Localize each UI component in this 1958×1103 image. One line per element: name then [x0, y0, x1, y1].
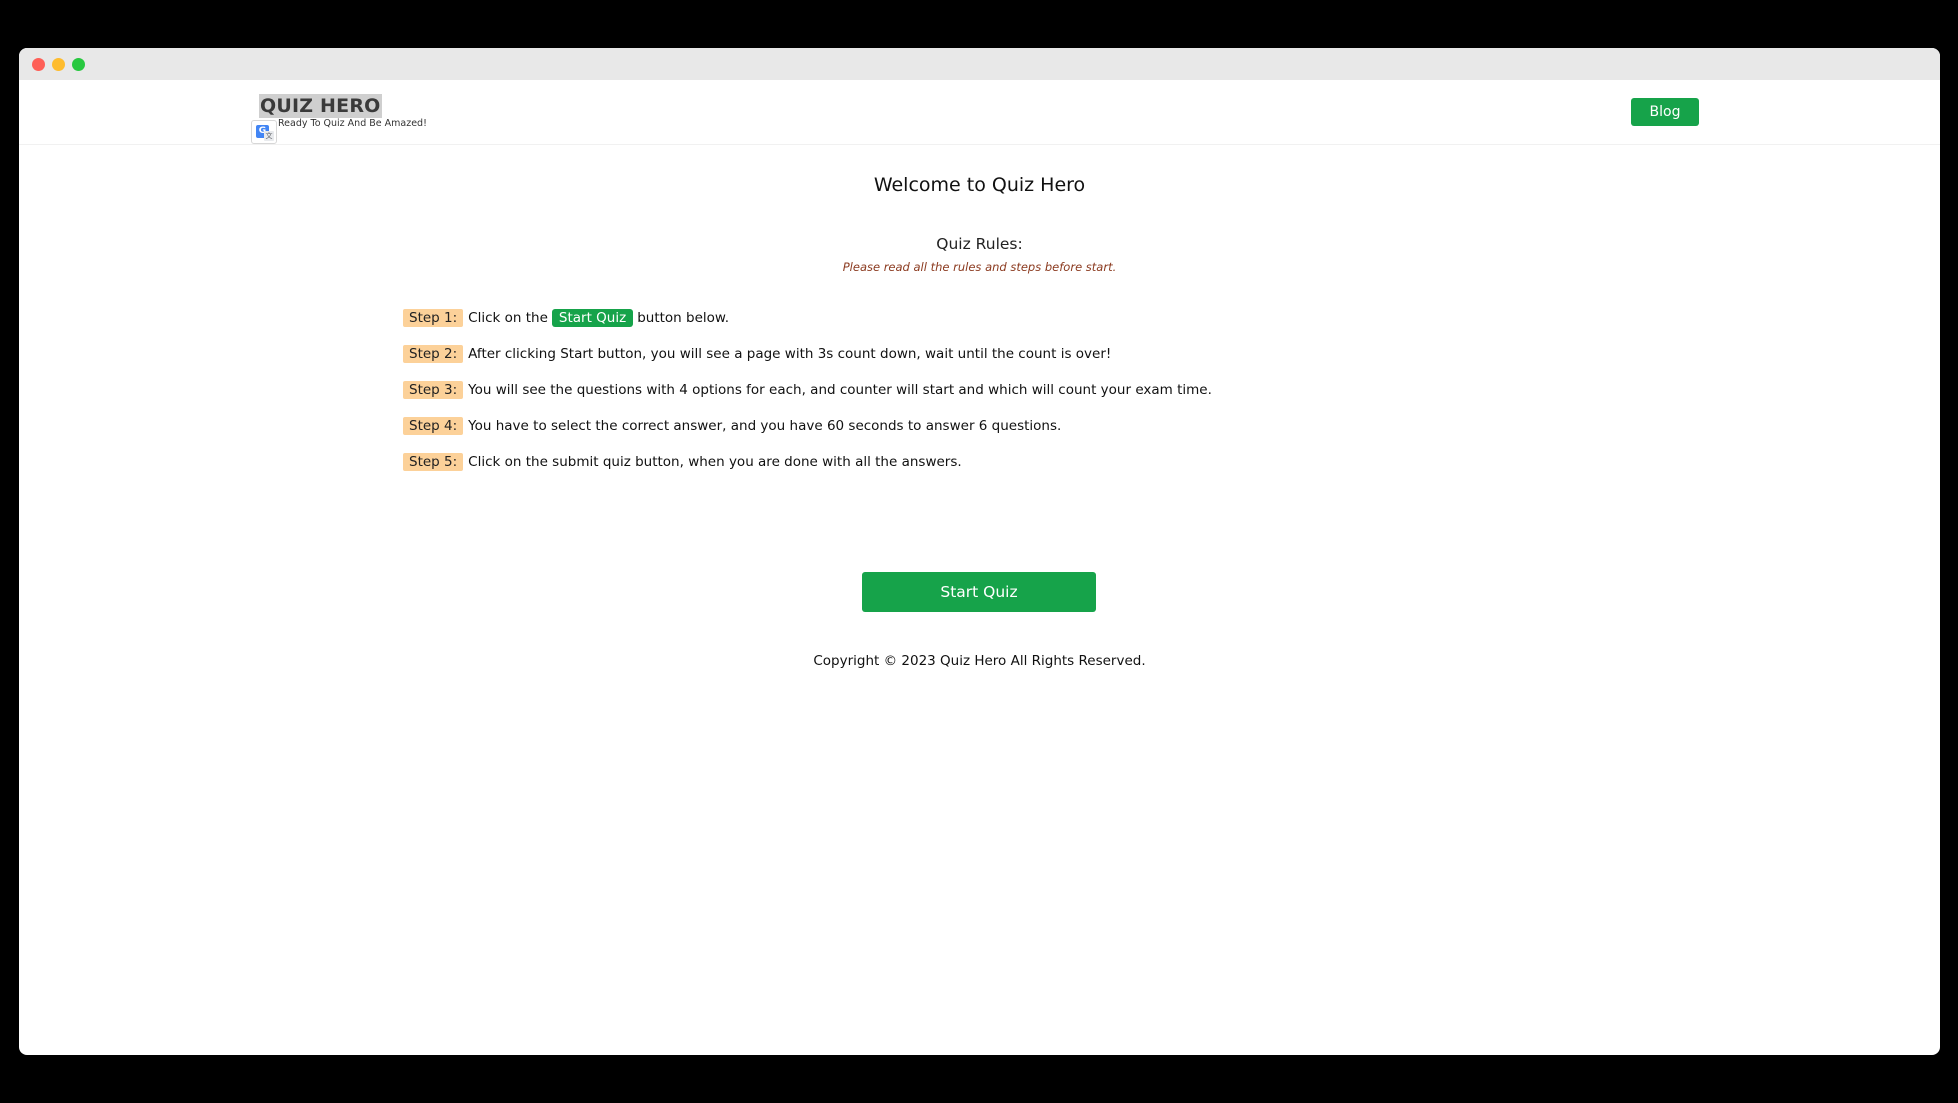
google-translate-icon[interactable]: G 文	[251, 120, 277, 144]
step-item: Step 2: After clicking Start button, you…	[403, 336, 1212, 372]
step-item: Step 5: Click on the submit quiz button,…	[403, 444, 1212, 480]
blog-button[interactable]: Blog	[1631, 98, 1699, 126]
step-text: You will see the questions with 4 option…	[468, 382, 1212, 398]
page-title: Welcome to Quiz Hero	[873, 174, 1086, 196]
copyright-text: Copyright © 2023 Quiz Hero All Rights Re…	[813, 653, 1146, 669]
maximize-window-button[interactable]	[72, 58, 85, 71]
step-text: After clicking Start button, you will se…	[468, 346, 1112, 362]
step-badge: Step 1:	[403, 309, 464, 327]
step-badge: Step 3:	[403, 381, 464, 399]
browser-window: QUIZ HERO G 文 Ready To Quiz And Be Amaze…	[19, 48, 1940, 1055]
steps-list: Step 1: Click on the Start Quiz button b…	[403, 300, 1212, 480]
window-titlebar	[19, 48, 1940, 80]
step-badge: Step 4:	[403, 417, 464, 435]
step-text: Click on the	[468, 310, 548, 326]
rules-title: Quiz Rules:	[936, 235, 1023, 253]
step-item: Step 1: Click on the Start Quiz button b…	[403, 300, 1212, 336]
step-badge: Step 5:	[403, 453, 464, 471]
brand-tagline: Ready To Quiz And Be Amazed!	[278, 118, 427, 129]
step-text: You have to select the correct answer, a…	[468, 418, 1062, 434]
translate-a-glyph: 文	[264, 131, 274, 141]
step-item: Step 3: You will see the questions with …	[403, 372, 1212, 408]
brand-title[interactable]: QUIZ HERO	[259, 94, 382, 118]
start-quiz-button[interactable]: Start Quiz	[862, 572, 1096, 612]
step-text: Click on the submit quiz button, when yo…	[468, 454, 962, 470]
minimize-window-button[interactable]	[52, 58, 65, 71]
step-text: button below.	[637, 310, 730, 326]
step-badge: Step 2:	[403, 345, 464, 363]
inline-start-quiz-label: Start Quiz	[551, 309, 634, 327]
navbar: QUIZ HERO G 文 Ready To Quiz And Be Amaze…	[19, 80, 1940, 145]
step-item: Step 4: You have to select the correct a…	[403, 408, 1212, 444]
rules-note: Please read all the rules and steps befo…	[842, 260, 1117, 274]
close-window-button[interactable]	[32, 58, 45, 71]
